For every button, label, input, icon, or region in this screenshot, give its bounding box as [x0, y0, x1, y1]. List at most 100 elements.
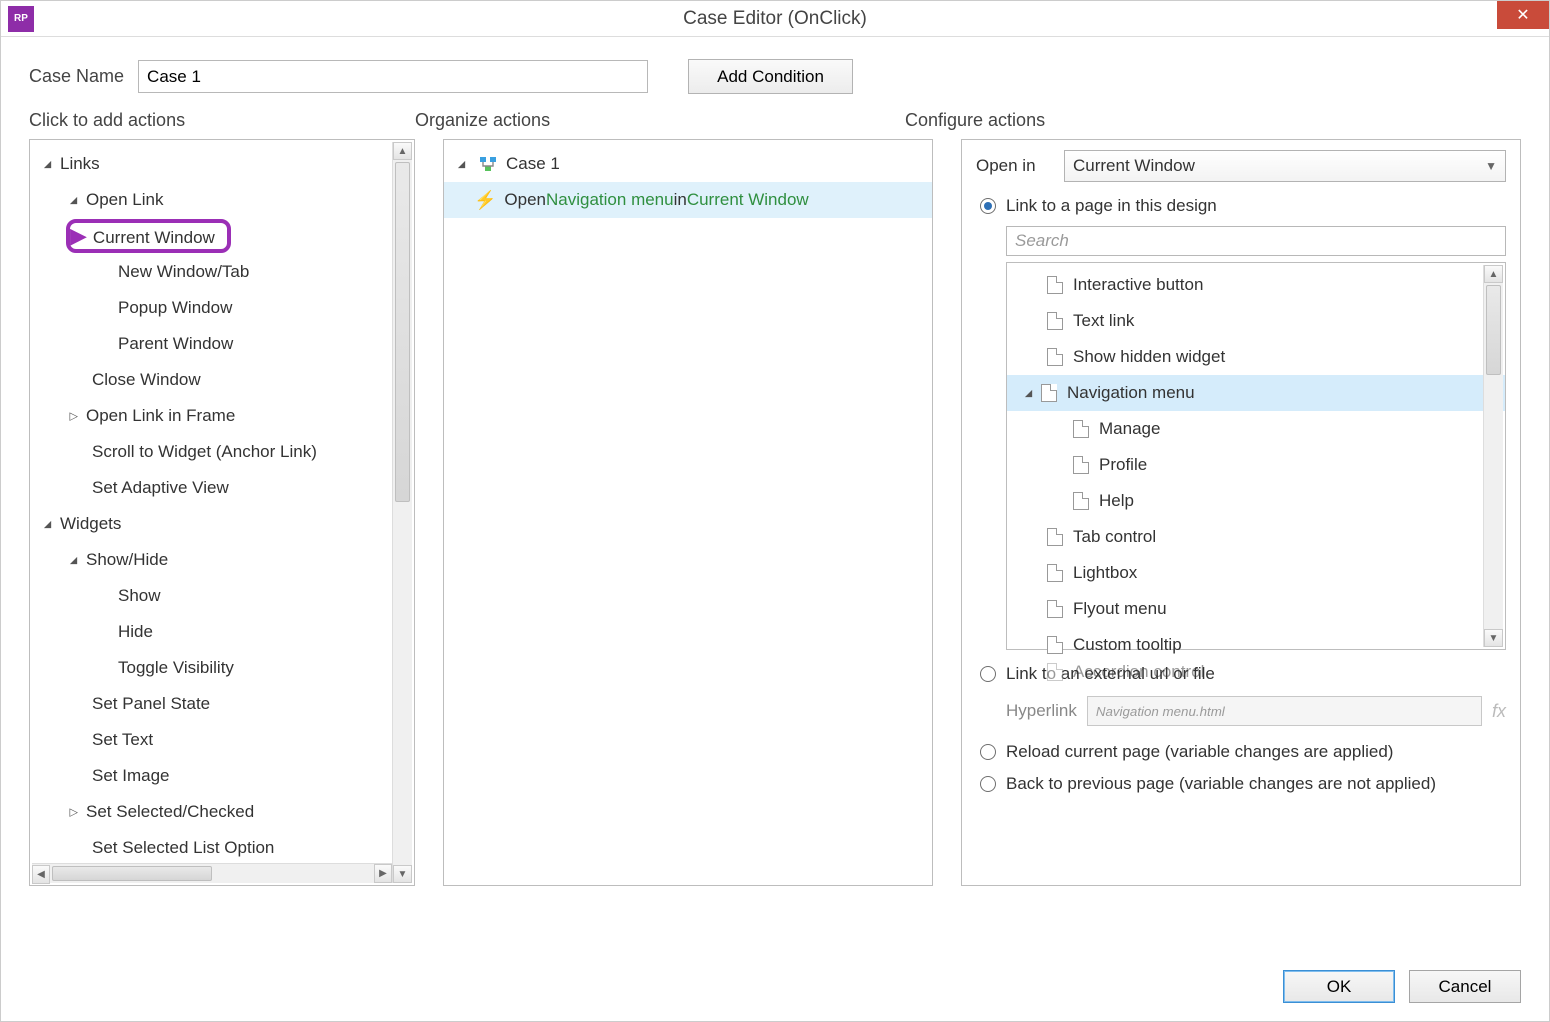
tree-label: Open Link: [86, 190, 164, 210]
page-label: Show hidden widget: [1073, 347, 1225, 367]
ok-button[interactable]: OK: [1283, 970, 1395, 1003]
bolt-icon: ⚡: [474, 190, 496, 211]
close-button[interactable]: ✕: [1497, 1, 1549, 29]
page-label: Text link: [1073, 311, 1134, 331]
page-item-tab-control[interactable]: Tab control: [1007, 519, 1505, 555]
page-item-custom-tooltip[interactable]: Custom tooltip: [1007, 627, 1505, 663]
scroll-up-icon[interactable]: ▲: [393, 142, 412, 160]
page-search-input[interactable]: Search: [1006, 226, 1506, 256]
page-icon: [1073, 420, 1089, 438]
tree-label: Show: [118, 586, 161, 606]
page-item-manage[interactable]: Manage: [1007, 411, 1505, 447]
page-item-help[interactable]: Help: [1007, 483, 1505, 519]
scrollbar-horizontal[interactable]: ◀ ▶: [32, 863, 392, 883]
tree-show[interactable]: Show: [30, 578, 414, 614]
tree-label: Current Window: [93, 228, 215, 247]
page-icon: [1047, 276, 1063, 294]
tree-new-window[interactable]: New Window/Tab: [30, 254, 414, 290]
page-icon: [1047, 663, 1063, 681]
case-name-input[interactable]: [138, 60, 648, 93]
search-placeholder: Search: [1015, 231, 1069, 251]
tree-label: Links: [60, 154, 100, 174]
scroll-down-icon[interactable]: ▼: [393, 865, 412, 883]
organize-case-row[interactable]: Case 1: [444, 146, 932, 182]
radio-back-page[interactable]: Back to previous page (variable changes …: [980, 774, 1506, 794]
open-in-label: Open in: [976, 156, 1064, 176]
cancel-button[interactable]: Cancel: [1409, 970, 1521, 1003]
tree-label: Set Panel State: [92, 694, 210, 714]
fx-icon[interactable]: fx: [1492, 701, 1506, 722]
caret-open-icon: [66, 193, 82, 207]
organize-action-row[interactable]: ⚡ Open Navigation menu in Current Window: [444, 182, 932, 218]
page-item-text-link[interactable]: Text link: [1007, 303, 1505, 339]
tree-widgets[interactable]: Widgets: [30, 506, 414, 542]
page-label: Accordion control: [1073, 663, 1204, 681]
page-item-lightbox[interactable]: Lightbox: [1007, 555, 1505, 591]
scroll-right-icon[interactable]: ▶: [374, 864, 392, 883]
tree-set-image[interactable]: Set Image: [30, 758, 414, 794]
page-icon: [1073, 456, 1089, 474]
page-item-profile[interactable]: Profile: [1007, 447, 1505, 483]
tree-label: Set Adaptive View: [92, 478, 229, 498]
tree-label: Popup Window: [118, 298, 232, 318]
page-item-navigation-menu[interactable]: Navigation menu: [1007, 375, 1505, 411]
radio-icon: [980, 198, 996, 214]
action-text-open: Open: [504, 190, 546, 210]
hyperlink-label: Hyperlink: [1006, 701, 1077, 721]
highlight-arrow-icon: ▶: [70, 223, 87, 248]
page-label: Interactive button: [1073, 275, 1203, 295]
open-in-value: Current Window: [1073, 156, 1195, 176]
tree-set-panel-state[interactable]: Set Panel State: [30, 686, 414, 722]
tree-set-text[interactable]: Set Text: [30, 722, 414, 758]
column-header-configure: Configure actions: [905, 110, 1521, 131]
page-icon: [1047, 636, 1063, 654]
caret-open-icon: [1021, 386, 1037, 400]
tree-set-selected-checked[interactable]: Set Selected/Checked: [30, 794, 414, 830]
page-icon: [1047, 600, 1063, 618]
add-condition-button[interactable]: Add Condition: [688, 59, 853, 94]
tree-label: Close Window: [92, 370, 201, 390]
radio-icon: [980, 776, 996, 792]
organize-panel: Case 1 ⚡ Open Navigation menu in Current…: [443, 139, 933, 886]
tree-label: Set Text: [92, 730, 153, 750]
page-icon: [1047, 312, 1063, 330]
page-label: Flyout menu: [1073, 599, 1167, 619]
page-item-interactive-button[interactable]: Interactive button: [1007, 267, 1505, 303]
open-in-select[interactable]: Current Window ▼: [1064, 150, 1506, 182]
caret-open-icon: [40, 517, 56, 531]
tree-open-link-in-frame[interactable]: Open Link in Frame: [30, 398, 414, 434]
page-item-flyout-menu[interactable]: Flyout menu: [1007, 591, 1505, 627]
radio-icon: [980, 666, 996, 682]
radio-reload-page[interactable]: Reload current page (variable changes ar…: [980, 742, 1506, 762]
case-icon: [478, 154, 498, 174]
tree-open-link[interactable]: Open Link: [30, 182, 414, 218]
configure-panel: Open in Current Window ▼ Link to a page …: [961, 139, 1521, 886]
column-header-organize: Organize actions: [415, 110, 905, 131]
tree-popup-window[interactable]: Popup Window: [30, 290, 414, 326]
scrollbar-vertical[interactable]: ▲ ▼: [1483, 265, 1503, 647]
tree-show-hide[interactable]: Show/Hide: [30, 542, 414, 578]
tree-parent-window[interactable]: Parent Window: [30, 326, 414, 362]
tree-toggle-visibility[interactable]: Toggle Visibility: [30, 650, 414, 686]
page-label: Lightbox: [1073, 563, 1137, 583]
scroll-up-icon[interactable]: ▲: [1484, 265, 1503, 283]
actions-tree-panel: Links Open Link ▶ Current Window New Wind…: [29, 139, 415, 886]
tree-set-selected-list-option[interactable]: Set Selected List Option: [30, 830, 414, 866]
tree-current-window[interactable]: ▶ Current Window: [30, 218, 414, 254]
tree-hide[interactable]: Hide: [30, 614, 414, 650]
scroll-down-icon[interactable]: ▼: [1484, 629, 1503, 647]
radio-label: Reload current page (variable changes ar…: [1006, 742, 1393, 762]
tree-label: Set Selected List Option: [92, 838, 274, 858]
scroll-left-icon[interactable]: ◀: [32, 865, 50, 884]
tree-close-window[interactable]: Close Window: [30, 362, 414, 398]
tree-links[interactable]: Links: [30, 146, 414, 182]
tree-scroll-to-widget[interactable]: Scroll to Widget (Anchor Link): [30, 434, 414, 470]
scrollbar-vertical[interactable]: ▲ ▼: [392, 142, 412, 883]
close-icon: ✕: [1516, 5, 1529, 25]
page-item-accordion-control[interactable]: Accordion control: [1007, 663, 1505, 681]
page-item-show-hidden-widget[interactable]: Show hidden widget: [1007, 339, 1505, 375]
tree-set-adaptive-view[interactable]: Set Adaptive View: [30, 470, 414, 506]
page-label: Help: [1099, 491, 1134, 511]
column-header-actions: Click to add actions: [29, 110, 415, 131]
radio-link-to-page[interactable]: Link to a page in this design: [980, 196, 1506, 216]
